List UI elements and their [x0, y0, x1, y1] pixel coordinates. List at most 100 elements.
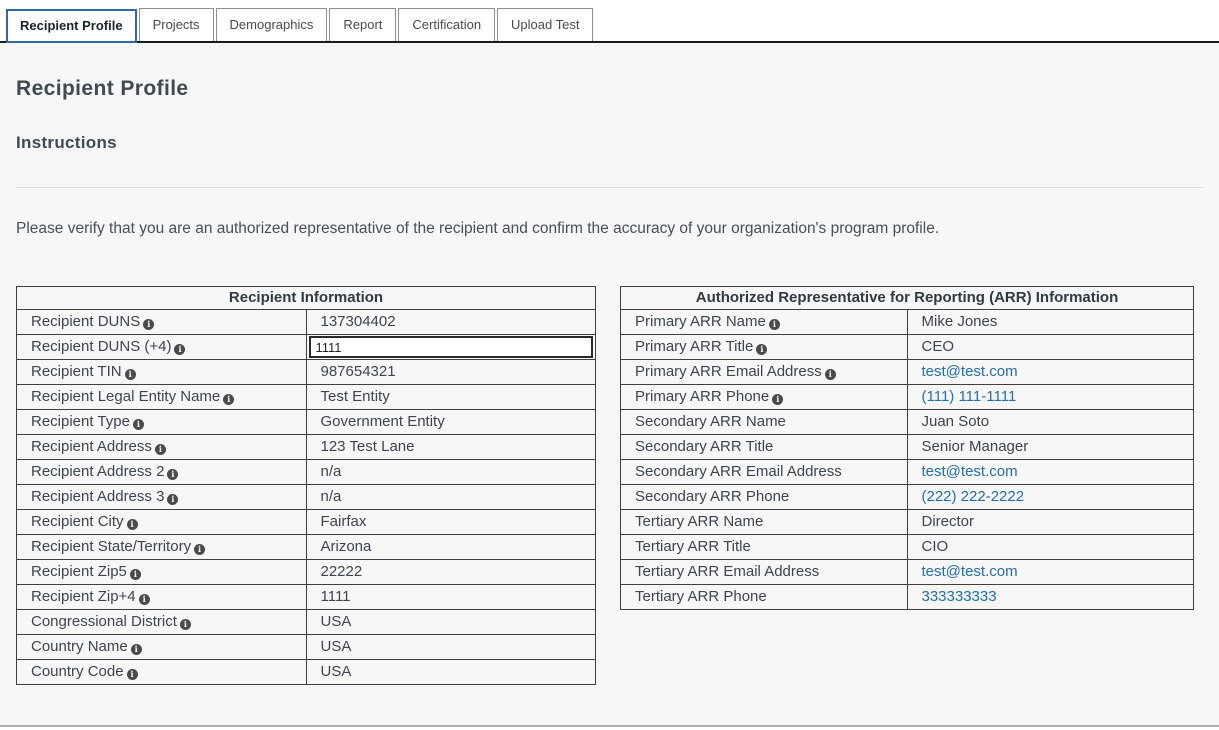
table-row: Primary ARR Email Addressitest@test.com	[621, 360, 1194, 385]
tab-projects[interactable]: Projects	[139, 8, 214, 41]
info-icon[interactable]: i	[127, 669, 138, 680]
row-label-text: Recipient DUNS	[31, 313, 140, 330]
table-row: Recipient Cityi Fairfax	[17, 510, 596, 535]
info-icon[interactable]: i	[125, 369, 136, 380]
row-value: (111) 111-1111	[907, 385, 1194, 410]
info-icon[interactable]: i	[143, 319, 154, 330]
row-value: (222) 222-2222	[907, 485, 1194, 510]
info-icon[interactable]: i	[756, 344, 767, 355]
info-icon[interactable]: i	[194, 544, 205, 555]
info-icon[interactable]: i	[133, 419, 144, 430]
row-value	[306, 335, 596, 360]
row-value: 1111	[306, 585, 596, 610]
row-label: Recipient Legal Entity Namei	[17, 385, 307, 410]
row-label: Country Codei	[17, 660, 307, 685]
recipient-table-header: Recipient Information	[17, 287, 596, 310]
row-label-text: Recipient City	[31, 513, 124, 530]
row-label: Recipient Zip5i	[17, 560, 307, 585]
row-label-text: Recipient Address 3	[31, 488, 164, 505]
row-label-text: Tertiary ARR Name	[635, 513, 763, 530]
row-value: test@test.com	[907, 460, 1194, 485]
row-label: Recipient Address 2i	[17, 460, 307, 485]
table-row: Recipient Addressi 123 Test Lane	[17, 435, 596, 460]
row-label-text: Tertiary ARR Title	[635, 538, 751, 555]
row-label-text: Recipient DUNS (+4)	[31, 338, 171, 355]
row-label: Recipient DUNS (+4)i	[17, 335, 307, 360]
table-row: Recipient DUNS (+4)i	[17, 335, 596, 360]
row-value: Senior Manager	[907, 435, 1194, 460]
value-link[interactable]: test@test.com	[922, 463, 1018, 480]
info-icon[interactable]: i	[167, 469, 178, 480]
row-value: 123 Test Lane	[306, 435, 596, 460]
row-label-text: Secondary ARR Name	[635, 413, 786, 430]
info-icon[interactable]: i	[223, 394, 234, 405]
row-label: Secondary ARR Phone	[621, 485, 908, 510]
table-row: Recipient Address 3in/a	[17, 485, 596, 510]
info-icon[interactable]: i	[180, 619, 191, 630]
table-row: Recipient Address 2in/a	[17, 460, 596, 485]
info-icon[interactable]: i	[167, 494, 178, 505]
row-label: Recipient Address 3i	[17, 485, 307, 510]
table-row: Recipient DUNSi137304402	[17, 310, 596, 335]
table-row: Tertiary ARR Phone 333333333	[621, 585, 1194, 610]
table-row: Secondary ARR Phone (222) 222-2222	[621, 485, 1194, 510]
info-icon[interactable]: i	[155, 444, 166, 455]
table-row: Country NameiUSA	[17, 635, 596, 660]
table-row: Recipient TINi987654321	[17, 360, 596, 385]
info-icon[interactable]: i	[127, 519, 138, 530]
row-label-text: Recipient State/Territory	[31, 538, 191, 555]
row-label: Country Namei	[17, 635, 307, 660]
recipient-duns4-input[interactable]	[309, 336, 594, 358]
info-icon[interactable]: i	[131, 644, 142, 655]
tab-report[interactable]: Report	[329, 8, 396, 41]
table-row: Recipient Legal Entity NameiTest Entity	[17, 385, 596, 410]
row-label-text: Tertiary ARR Phone	[635, 588, 767, 605]
info-icon[interactable]: i	[139, 594, 150, 605]
tab-certification[interactable]: Certification	[398, 8, 495, 41]
table-header-row: Authorized Representative for Reporting …	[621, 287, 1194, 310]
value-link[interactable]: test@test.com	[922, 563, 1018, 580]
value-link[interactable]: test@test.com	[922, 363, 1018, 380]
row-label: Secondary ARR Title	[621, 435, 908, 460]
row-label-text: Country Name	[31, 638, 128, 655]
row-label-text: Secondary ARR Email Address	[635, 463, 842, 480]
value-link[interactable]: 333333333	[922, 588, 997, 605]
row-value: Fairfax	[306, 510, 596, 535]
tab-upload-test[interactable]: Upload Test	[497, 8, 593, 41]
row-value: USA	[306, 635, 596, 660]
row-label: Recipient DUNSi	[17, 310, 307, 335]
table-row: Country CodeiUSA	[17, 660, 596, 685]
info-icon[interactable]: i	[772, 394, 783, 405]
row-value: 137304402	[306, 310, 596, 335]
info-icon[interactable]: i	[174, 344, 185, 355]
tables-container: Recipient Information Recipient DUNSi137…	[16, 286, 1203, 685]
table-row: Primary ARR TitleiCEO	[621, 335, 1194, 360]
value-link[interactable]: (222) 222-2222	[922, 488, 1025, 505]
row-label: Tertiary ARR Phone	[621, 585, 908, 610]
divider	[16, 187, 1203, 188]
row-value: Government Entity	[306, 410, 596, 435]
tab-demographics[interactable]: Demographics	[216, 8, 328, 41]
row-label: Primary ARR Titlei	[621, 335, 908, 360]
row-value: Director	[907, 510, 1194, 535]
table-row: Tertiary ARR TitleCIO	[621, 535, 1194, 560]
row-label-text: Recipient Address	[31, 438, 152, 455]
table-row: Primary ARR NameiMike Jones	[621, 310, 1194, 335]
info-icon[interactable]: i	[130, 569, 141, 580]
row-label-text: Recipient Type	[31, 413, 130, 430]
row-label: Tertiary ARR Title	[621, 535, 908, 560]
row-label-text: Recipient TIN	[31, 363, 122, 380]
tab-recipient-profile[interactable]: Recipient Profile	[6, 9, 137, 43]
table-row: Recipient Typei Government Entity	[17, 410, 596, 435]
row-label: Secondary ARR Name	[621, 410, 908, 435]
table-row: Tertiary ARR Email Addresstest@test.com	[621, 560, 1194, 585]
info-icon[interactable]: i	[825, 369, 836, 380]
row-label-text: Primary ARR Title	[635, 338, 753, 355]
row-label-text: Primary ARR Name	[635, 313, 766, 330]
table-row: Tertiary ARR Name Director	[621, 510, 1194, 535]
row-value: 333333333	[907, 585, 1194, 610]
info-icon[interactable]: i	[769, 319, 780, 330]
value-link[interactable]: (111) 111-1111	[922, 388, 1017, 405]
table-row: Recipient Zip+4i1111	[17, 585, 596, 610]
row-value: n/a	[306, 460, 596, 485]
